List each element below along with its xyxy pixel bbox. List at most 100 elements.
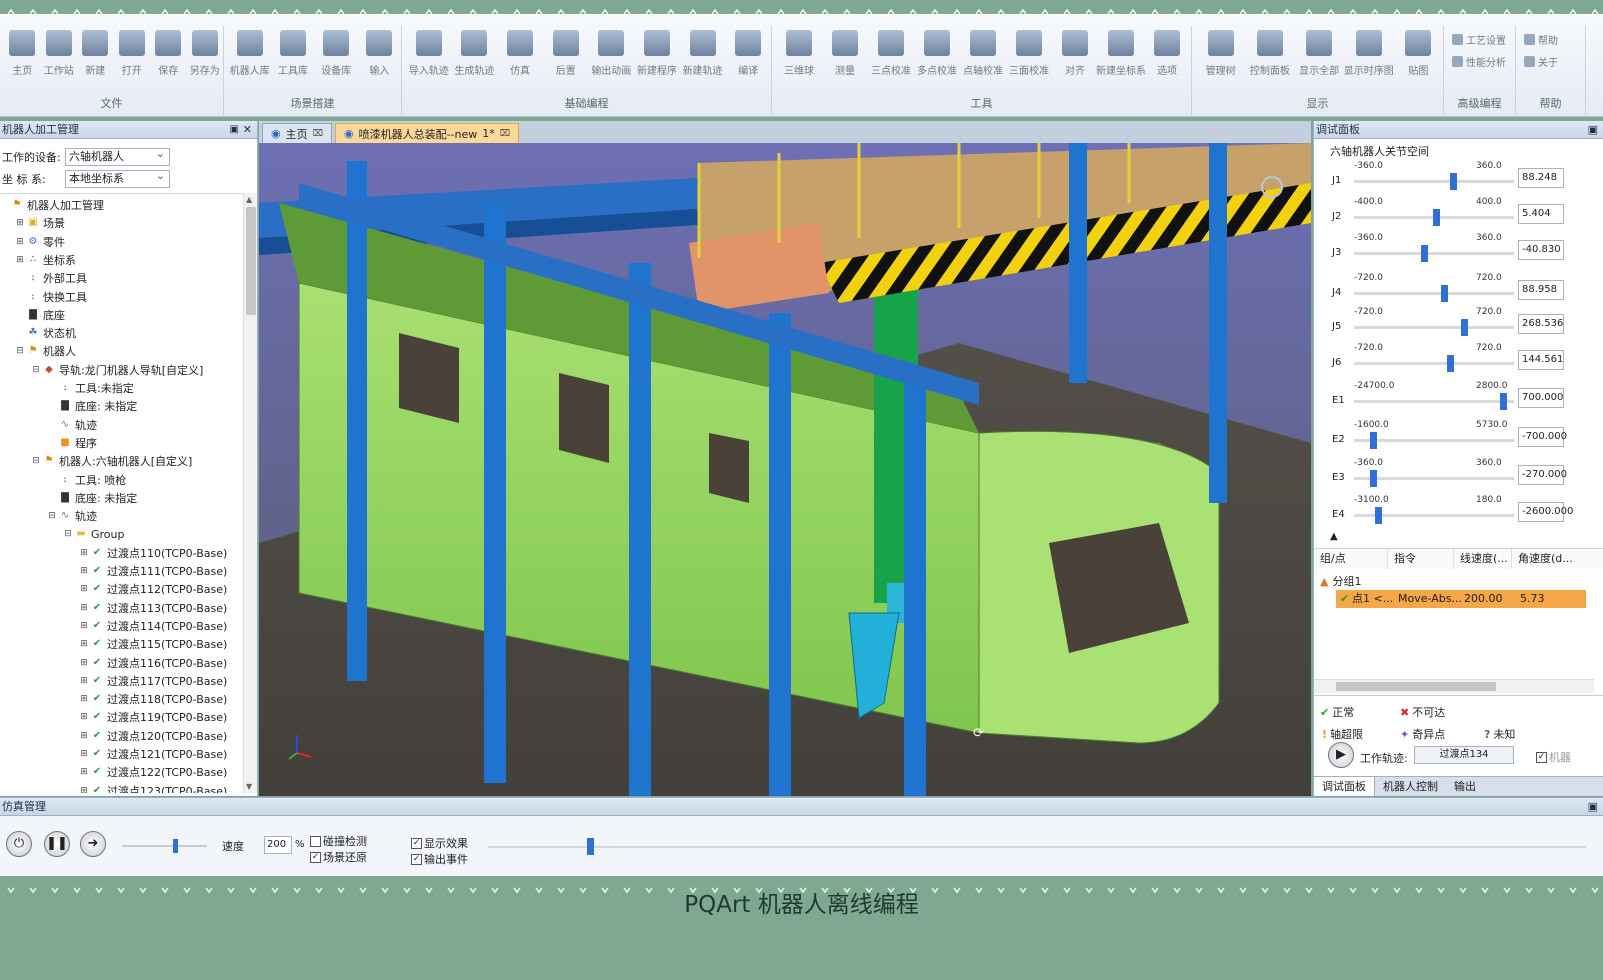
joint-slider[interactable] [1354, 432, 1514, 449]
tree-node[interactable]: ⊞ ✔ 过渡点121(TCP0-Base) [78, 745, 227, 763]
joint-slider-knob[interactable] [1440, 285, 1448, 302]
tree-node[interactable]: ⊟ ◆ 导轨:龙门机器人导轨[自定义] [30, 361, 203, 379]
ribbon-button[interactable]: 输出动画 [589, 28, 635, 90]
tree-expander-icon[interactable]: ⊞ [14, 237, 26, 247]
pin-icon[interactable]: ▣ [230, 121, 239, 139]
ribbon-button[interactable]: 生成轨迹 [452, 28, 498, 90]
joint-value-input[interactable]: 88.958 [1518, 280, 1564, 300]
robot-checkbox-box[interactable]: ✓ [1536, 751, 1547, 763]
3d-viewport[interactable]: ⟳ [259, 143, 1311, 796]
close-icon[interactable]: ✕ [243, 121, 252, 139]
ribbon-button[interactable]: 另存为 [187, 28, 224, 90]
ribbon-button[interactable]: 三点校准 [868, 28, 914, 90]
tree-scrollbar[interactable]: ▲ ▼ [243, 193, 257, 793]
tree-expander-icon[interactable]: ⊞ [78, 749, 90, 759]
ribbon-button[interactable]: 选项 [1144, 28, 1190, 90]
tree-node[interactable]: ⊞ ✔ 过渡点115(TCP0-Base) [78, 635, 227, 653]
joint-slider[interactable] [1354, 319, 1514, 336]
tree-node[interactable]: ⊞ ✔ 过渡点119(TCP0-Base) [78, 708, 227, 726]
tree-expander-icon[interactable]: ⊞ [14, 255, 26, 265]
joint-slider-knob[interactable] [1499, 393, 1507, 410]
scene-restore-checkbox[interactable]: ✓ [310, 851, 321, 863]
tree-node[interactable]: ▇ 底座: 未指定 [46, 489, 137, 507]
tree-expander-icon[interactable]: ⊞ [78, 621, 90, 631]
joint-value-input[interactable]: 5.404 [1518, 204, 1564, 224]
joint-value-input[interactable]: -700.000 [1518, 427, 1567, 447]
joint-value-input[interactable]: 268.536 [1518, 314, 1564, 334]
joint-value-input[interactable]: 700.000 [1518, 388, 1564, 408]
ribbon-button[interactable]: 显示全部 [1295, 28, 1344, 90]
output-event[interactable]: ✓ 输出事件 [411, 851, 468, 867]
joint-slider[interactable] [1354, 245, 1514, 262]
tree-node[interactable]: ⊞ ⚙ 零件 [14, 233, 65, 251]
speed-slider[interactable] [122, 839, 207, 853]
ribbon-button[interactable]: 多点校准 [914, 28, 960, 90]
tree-node[interactable]: ⊞ ✔ 过渡点112(TCP0-Base) [78, 580, 227, 598]
play-path-button[interactable]: ▶ [1328, 742, 1354, 768]
tree-node[interactable]: ⊞ ✔ 过渡点120(TCP0-Base) [78, 727, 227, 745]
tree-node[interactable]: ⊞ ✔ 过渡点117(TCP0-Base) [78, 672, 227, 690]
joint-slider-knob[interactable] [1461, 319, 1469, 336]
tab-output[interactable]: 输出 [1446, 777, 1484, 796]
tree-expander-icon[interactable]: ⊞ [78, 548, 90, 558]
tree-node[interactable]: ⚑ 机器人加工管理 [0, 196, 104, 214]
joint-slider-knob[interactable] [1370, 432, 1378, 449]
collision-checkbox[interactable] [310, 835, 321, 847]
tree-node[interactable]: ⊟ ∿ 轨迹 [46, 507, 97, 525]
ribbon-small-button[interactable]: 性能分析 [1452, 50, 1515, 72]
tree-node[interactable]: ⊞ ✔ 过渡点118(TCP0-Base) [78, 690, 227, 708]
tree-expander-icon[interactable]: ⊞ [78, 566, 90, 576]
tree-expander-icon[interactable]: ⊞ [78, 584, 90, 594]
pin-icon[interactable]: ▣ [1588, 798, 1598, 816]
display-effect[interactable]: ✓ 显示效果 [411, 835, 468, 851]
timeline-knob[interactable] [586, 838, 594, 855]
tree-expander-icon[interactable]: ⊞ [78, 639, 90, 649]
tree-node[interactable]: ⊞ ✔ 过渡点123(TCP0-Base) [78, 782, 227, 793]
pin-icon[interactable]: ▣ [1588, 121, 1598, 139]
tree-node[interactable]: ☘ 状态机 [14, 324, 76, 342]
scroll-down-icon[interactable]: ▼ [246, 782, 252, 791]
ribbon-button[interactable]: 新建轨迹 [680, 28, 726, 90]
tree-node[interactable]: ⊟ ▬ Group [62, 525, 124, 543]
joint-slider-knob[interactable] [1421, 245, 1429, 262]
work-path-field[interactable]: 过渡点134 [1414, 746, 1514, 764]
tree-expander-icon[interactable]: ⊟ [62, 529, 74, 539]
speed-slider-knob[interactable] [173, 839, 178, 853]
joint-slider-knob[interactable] [1432, 209, 1440, 226]
tab-robot-control[interactable]: 机器人控制 [1375, 777, 1446, 796]
tree-node[interactable]: ▇ 底座: 未指定 [46, 397, 137, 415]
speed-input[interactable]: 200 [264, 836, 292, 854]
collision-check[interactable]: 碰撞检测 [310, 833, 367, 849]
tree-expander-icon[interactable]: ⊞ [78, 731, 90, 741]
3d-scene[interactable]: ⟳ [259, 143, 1311, 796]
tree-node[interactable]: ⊞ ▣ 场景 [14, 214, 65, 232]
ribbon-button[interactable]: 打开 [114, 28, 151, 90]
col-header-linear-speed[interactable]: 线速度(... [1454, 549, 1512, 569]
ribbon-button[interactable]: 显示时序图 [1344, 28, 1394, 90]
display-effect-checkbox[interactable]: ✓ [411, 837, 422, 849]
ribbon-button[interactable]: 导入轨迹 [406, 28, 452, 90]
tree-node[interactable]: ∿ 轨迹 [46, 416, 97, 434]
tree-node[interactable]: ▇ 底座 [14, 306, 65, 324]
tree-node[interactable]: ⊟ ⚑ 机器人 [14, 342, 76, 360]
joint-slider[interactable] [1354, 507, 1514, 524]
tree-expander-icon[interactable]: ⊞ [78, 786, 90, 793]
ribbon-button[interactable]: 工作站 [41, 28, 78, 90]
group-row[interactable]: ▲ 分组1 [1320, 573, 1361, 589]
tree-node[interactable]: ⊞ ✔ 过渡点114(TCP0-Base) [78, 617, 227, 635]
coord-select[interactable]: 本地坐标系 [65, 168, 170, 188]
tree-node[interactable]: ⊟ ⚑ 机器人:六轴机器人[自定义] [30, 452, 192, 470]
joint-slider[interactable] [1354, 173, 1514, 190]
tree-expander-icon[interactable]: ⊟ [30, 456, 42, 466]
scene-restore[interactable]: ✓ 场景还原 [310, 849, 367, 865]
rotate-icon[interactable]: ⟳ [973, 726, 984, 741]
tab-close-icon[interactable]: ⌧ [500, 129, 510, 139]
ribbon-button[interactable]: 对齐 [1052, 28, 1098, 90]
tree-node[interactable]: ⨟ 快换工具 [14, 288, 88, 306]
tab-home[interactable]: ◉ 主页 ⌧ [262, 123, 332, 143]
ribbon-button[interactable]: 编译 [725, 28, 771, 90]
ribbon-button[interactable]: 新建 [77, 28, 114, 90]
joint-slider[interactable] [1354, 355, 1514, 372]
joint-value-input[interactable]: 144.561 [1518, 350, 1564, 370]
tree-node[interactable]: ⨟ 工具:未指定 [46, 379, 134, 397]
